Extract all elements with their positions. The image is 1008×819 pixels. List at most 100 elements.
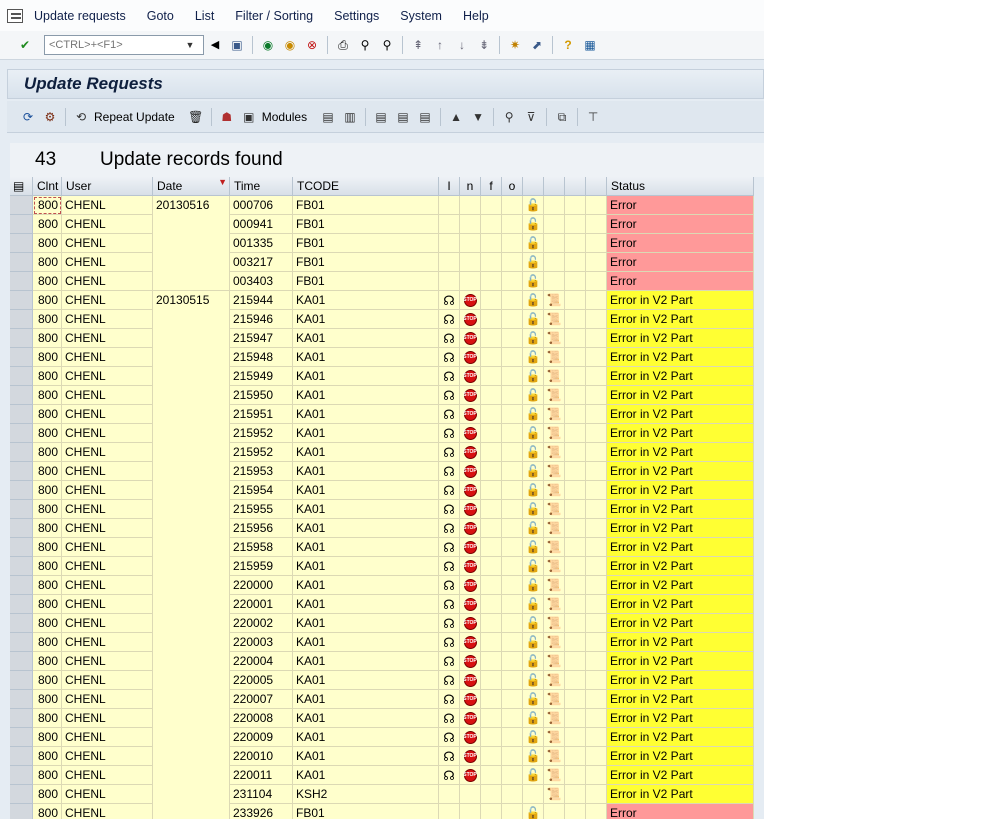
unlock-icon[interactable]: 🔓 — [526, 370, 541, 382]
row-selector[interactable] — [10, 614, 33, 633]
refresh-icon[interactable]: ⟳ — [19, 108, 37, 126]
scroll-icon[interactable]: 📜 — [547, 788, 562, 800]
stop-sign-icon[interactable]: STOP — [463, 730, 477, 744]
scroll-icon[interactable]: 📜 — [547, 427, 562, 439]
unlock-icon[interactable]: 🔓 — [526, 218, 541, 230]
scroll-icon[interactable]: 📜 — [547, 370, 562, 382]
stop-sign-icon[interactable]: STOP — [463, 616, 477, 630]
command-field[interactable]: ▼ — [44, 35, 204, 55]
table-row[interactable]: 800 CHENL 215952 KA01 ☊ STOP 🔓 📜 Error in V2 Par… — [10, 443, 754, 462]
stop-sign-icon[interactable]: STOP — [463, 597, 477, 611]
table-row[interactable]: 800 CHENL 231104 KSH2 📜 Error in V2 Part — [10, 785, 754, 804]
create-session-icon[interactable]: ✷ — [506, 36, 524, 54]
column-header-user[interactable]: User — [62, 177, 153, 196]
row-selector[interactable] — [10, 253, 33, 272]
unlock-icon[interactable]: 🔓 — [526, 541, 541, 553]
row-selector[interactable] — [10, 234, 33, 253]
help-icon[interactable]: ? — [559, 36, 577, 54]
person-icon[interactable]: ☊ — [443, 294, 455, 307]
scroll-icon[interactable]: 📜 — [547, 769, 562, 781]
table-row[interactable]: 800 CHENL 220002 KA01 ☊ STOP 🔓 📜 Error in V2 Par… — [10, 614, 754, 633]
unlock-icon[interactable]: 🔓 — [526, 750, 541, 762]
column-header-module[interactable] — [544, 177, 565, 196]
scroll-icon[interactable]: 📜 — [547, 313, 562, 325]
table-row[interactable]: 800 CHENL 20130516 000706 FB01 🔓 Error — [10, 196, 754, 215]
stop-sign-icon[interactable]: STOP — [463, 483, 477, 497]
row-selector[interactable] — [10, 386, 33, 405]
column-header-o[interactable]: o — [502, 177, 523, 196]
row-selector[interactable] — [10, 329, 33, 348]
menu-goto[interactable]: Goto — [147, 9, 174, 23]
table-row[interactable]: 800 CHENL 220003 KA01 ☊ STOP 🔓 📜 Error in V2 Par… — [10, 633, 754, 652]
stop-sign-icon[interactable]: STOP — [463, 293, 477, 307]
last-page-icon[interactable]: ⇟ — [475, 36, 493, 54]
delete-trash-icon[interactable]: 🗑 — [187, 108, 205, 126]
back-icon[interactable]: ◉ — [259, 36, 277, 54]
scroll-icon[interactable]: 📜 — [547, 408, 562, 420]
save-icon[interactable]: ▣ — [228, 36, 246, 54]
person-icon[interactable]: ☊ — [443, 674, 455, 687]
stop-sign-icon[interactable]: STOP — [463, 350, 477, 364]
row-selector[interactable] — [10, 291, 33, 310]
enter-checkmark-icon[interactable]: ✔ — [16, 36, 34, 54]
row-selector[interactable] — [10, 652, 33, 671]
stop-sign-icon[interactable]: STOP — [463, 502, 477, 516]
command-input[interactable] — [45, 36, 180, 54]
modules-button[interactable]: Modules — [262, 110, 307, 124]
person-icon[interactable]: ☊ — [443, 655, 455, 668]
unlock-icon[interactable]: 🔓 — [526, 427, 541, 439]
row-selector[interactable] — [10, 215, 33, 234]
unlock-icon[interactable]: 🔓 — [526, 313, 541, 325]
table-row[interactable]: 800 CHENL 220009 KA01 ☊ STOP 🔓 📜 Error in V2 Par… — [10, 728, 754, 747]
cancel-icon[interactable]: ⊗ — [303, 36, 321, 54]
column-header-date[interactable]: Date ▼ — [153, 177, 230, 196]
unlock-icon[interactable]: 🔓 — [526, 332, 541, 344]
scroll-icon[interactable]: 📜 — [547, 389, 562, 401]
next-page-icon[interactable]: ↓ — [453, 36, 471, 54]
stop-sign-icon[interactable]: STOP — [463, 654, 477, 668]
print-icon[interactable]: ⎙ — [334, 36, 352, 54]
stop-sign-icon[interactable]: STOP — [463, 407, 477, 421]
row-selector[interactable] — [10, 196, 33, 215]
stop-sign-icon[interactable]: STOP — [463, 426, 477, 440]
unlock-icon[interactable]: 🔓 — [526, 807, 541, 819]
stop-sign-icon[interactable]: STOP — [463, 578, 477, 592]
person-icon[interactable]: ☊ — [443, 750, 455, 763]
table-row[interactable]: 800 CHENL 215954 KA01 ☊ STOP 🔓 📜 Error in V2 Par… — [10, 481, 754, 500]
person-icon[interactable]: ☊ — [443, 313, 455, 326]
person-icon[interactable]: ☊ — [443, 560, 455, 573]
document-icon[interactable]: ▥ — [341, 108, 359, 126]
scroll-icon[interactable]: 📜 — [547, 522, 562, 534]
sort-ascending-icon[interactable]: ▲ — [447, 108, 465, 126]
layout-icon[interactable]: ⊤ — [584, 108, 602, 126]
person-icon[interactable]: ☊ — [443, 579, 455, 592]
unlock-icon[interactable]: 🔓 — [526, 294, 541, 306]
table-row[interactable]: 800 CHENL 220010 KA01 ☊ STOP 🔓 📜 Error in V2 Par… — [10, 747, 754, 766]
header-icon[interactable]: ▤ — [319, 108, 337, 126]
row-selector[interactable] — [10, 443, 33, 462]
filter-icon[interactable]: ⊽ — [522, 108, 540, 126]
previous-page-icon[interactable]: ↑ — [431, 36, 449, 54]
table-row[interactable]: 800 CHENL 215950 KA01 ☊ STOP 🔓 📜 Error in V2 Par… — [10, 386, 754, 405]
person-icon[interactable]: ☊ — [443, 541, 455, 554]
unlock-icon[interactable]: 🔓 — [526, 579, 541, 591]
column-header-n[interactable]: n — [460, 177, 481, 196]
column-header-extra2[interactable] — [586, 177, 607, 196]
export-icon[interactable]: ⧉ — [553, 108, 571, 126]
stop-sign-icon[interactable]: STOP — [463, 559, 477, 573]
scroll-icon[interactable]: 📜 — [547, 446, 562, 458]
debug-icon[interactable]: ☗ — [218, 108, 236, 126]
modules-icon[interactable]: ▣ — [240, 108, 258, 126]
row-selector[interactable] — [10, 538, 33, 557]
person-icon[interactable]: ☊ — [443, 370, 455, 383]
table-row[interactable]: 800 CHENL 215958 KA01 ☊ STOP 🔓 📜 Error in V2 Par… — [10, 538, 754, 557]
app-menu-icon[interactable] — [7, 8, 23, 23]
unlock-icon[interactable]: 🔓 — [526, 484, 541, 496]
column-header-extra[interactable] — [565, 177, 586, 196]
table-row[interactable]: 800 CHENL 215956 KA01 ☊ STOP 🔓 📜 Error in V2 Par… — [10, 519, 754, 538]
unlock-icon[interactable]: 🔓 — [526, 769, 541, 781]
stop-sign-icon[interactable]: STOP — [463, 445, 477, 459]
stop-sign-icon[interactable]: STOP — [463, 673, 477, 687]
column-header-clnt[interactable]: Clnt — [33, 177, 62, 196]
unlock-icon[interactable]: 🔓 — [526, 560, 541, 572]
